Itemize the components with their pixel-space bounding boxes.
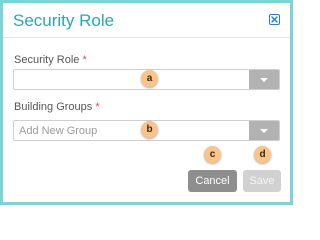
callout-badge-d: d: [254, 146, 271, 163]
chevron-down-icon: [260, 128, 268, 133]
security-role-label: Security Role *: [14, 54, 87, 66]
building-groups-label-text: Building Groups: [14, 101, 93, 113]
close-button[interactable]: [269, 14, 280, 25]
save-button[interactable]: Save: [243, 170, 281, 192]
security-role-label-text: Security Role: [14, 54, 80, 66]
building-groups-placeholder: Add New Group: [19, 125, 98, 137]
dialog-title: Security Role: [13, 11, 115, 30]
chevron-down-icon: [260, 77, 268, 82]
callout-badge-c: c: [204, 146, 221, 163]
callout-badge-b: b: [141, 121, 158, 138]
header-divider: [3, 37, 290, 38]
security-role-dropdown-button[interactable]: [249, 70, 279, 89]
cancel-button[interactable]: Cancel: [188, 170, 237, 192]
building-groups-dropdown-button[interactable]: [249, 121, 279, 140]
required-indicator: *: [82, 54, 87, 66]
building-groups-label: Building Groups *: [14, 101, 100, 113]
close-x-icon: [271, 16, 278, 23]
callout-badge-a: a: [141, 70, 158, 87]
security-role-dialog: Security Role Security Role * a Building…: [0, 0, 293, 205]
required-indicator: *: [95, 101, 100, 113]
